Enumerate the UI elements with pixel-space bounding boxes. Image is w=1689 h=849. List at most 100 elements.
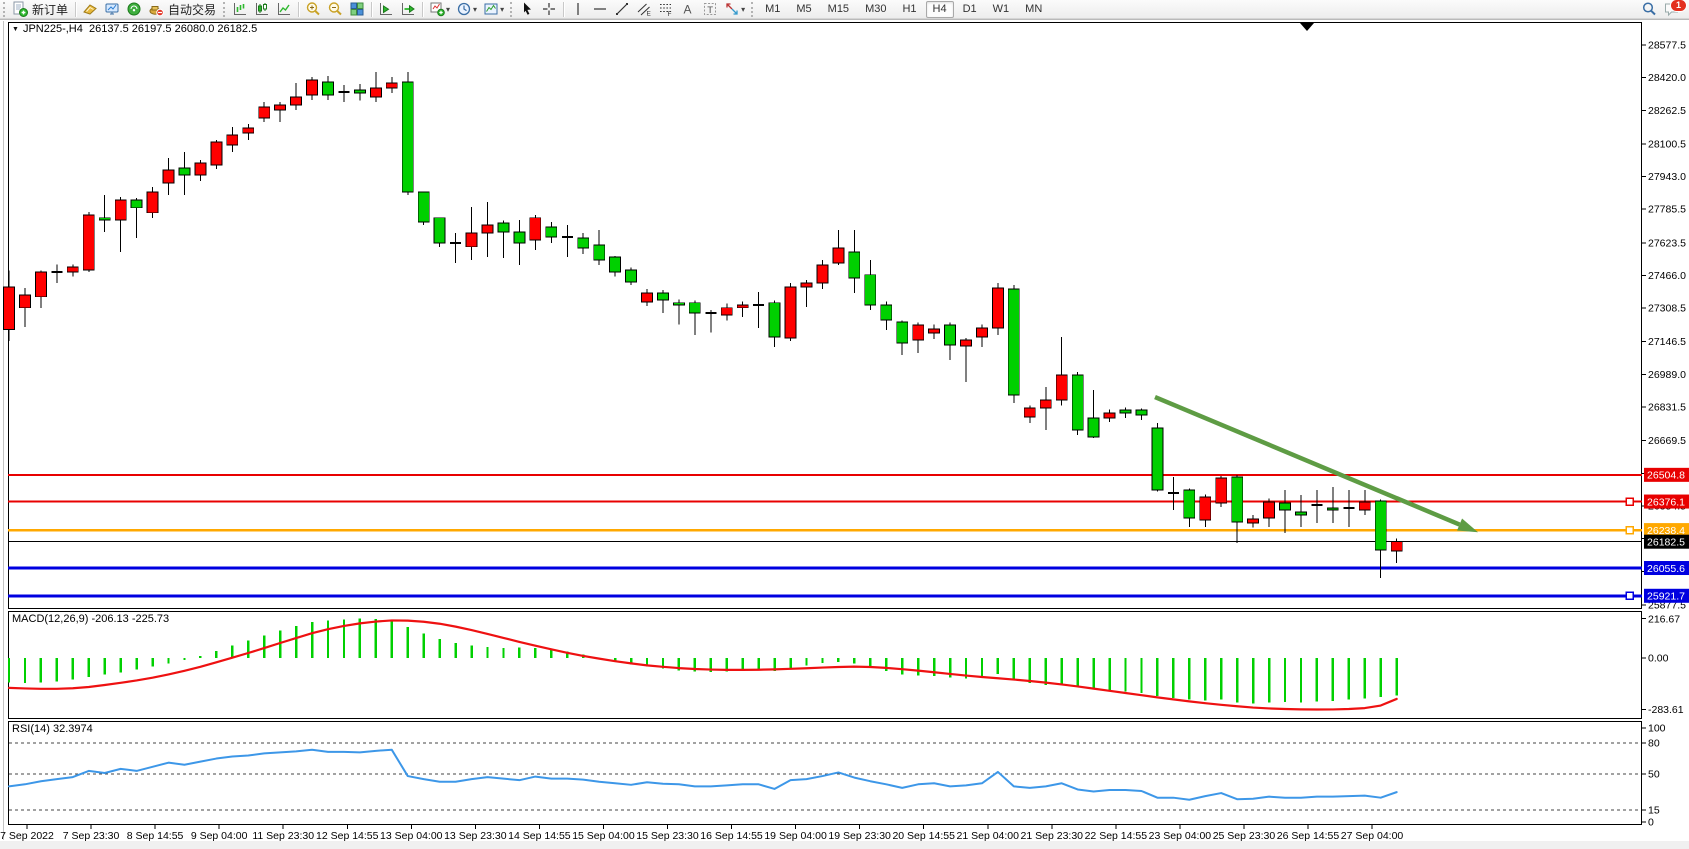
templates-button[interactable]: ▾ — [480, 1, 507, 18]
svg-text:7 Sep 2022: 7 Sep 2022 — [0, 830, 54, 842]
dropdown-caret-icon: ▾ — [500, 5, 504, 14]
label-tool-button[interactable]: T — [699, 1, 721, 18]
svg-text:E: E — [647, 11, 652, 18]
horizontal-line-icon — [592, 1, 608, 17]
svg-text:19 Sep 23:30: 19 Sep 23:30 — [828, 830, 891, 842]
chart-canvas[interactable]: 28577.528420.028262.528100.527943.027785… — [0, 0, 1689, 849]
svg-text:25 Sep 23:30: 25 Sep 23:30 — [1213, 830, 1276, 842]
auto-scroll-icon — [400, 1, 416, 17]
chart-shift-button[interactable] — [375, 1, 397, 18]
zoom-in-icon — [305, 1, 321, 17]
timeframe-h4-button[interactable]: H4 — [926, 1, 954, 18]
fibonacci-tool-button[interactable]: F — [655, 1, 677, 18]
arrows-tool-button[interactable]: ▾ — [721, 1, 748, 18]
svg-text:27 Sep 04:00: 27 Sep 04:00 — [1341, 830, 1404, 842]
rsi-indicator-label: RSI(14) 32.3974 — [12, 723, 93, 735]
svg-text:27308.5: 27308.5 — [1648, 303, 1686, 315]
market-watch-button[interactable] — [101, 1, 123, 18]
svg-text:27466.0: 27466.0 — [1648, 270, 1686, 282]
cursor-tool-button[interactable] — [516, 1, 538, 18]
fibonacci-icon: F — [658, 1, 674, 17]
timeframe-mn-button[interactable]: MN — [1018, 1, 1049, 18]
bar-chart-icon — [232, 1, 248, 17]
svg-text:16 Sep 14:55: 16 Sep 14:55 — [700, 830, 763, 842]
chart-dropdown-icon[interactable]: ▼ — [12, 26, 19, 33]
crosshair-icon — [541, 1, 557, 17]
trendline-tool-button[interactable] — [611, 1, 633, 18]
autotrading-label[interactable]: 自动交易 — [168, 1, 216, 18]
toolbar-separator — [422, 2, 423, 17]
svg-text:15: 15 — [1648, 805, 1660, 817]
toolbar-grip[interactable] — [223, 2, 225, 17]
toolbar-grip[interactable] — [3, 2, 5, 17]
svg-text:26989.0: 26989.0 — [1648, 369, 1686, 381]
dropdown-caret-icon: ▾ — [473, 5, 477, 14]
chart-shift-icon — [378, 1, 394, 17]
crosshair-tool-button[interactable] — [538, 1, 560, 18]
notifications-button[interactable]: 1 — [1660, 1, 1683, 18]
toolbar-grip[interactable] — [751, 2, 753, 17]
new-order-label[interactable]: 新订单 — [32, 1, 68, 18]
search-button[interactable] — [1638, 1, 1660, 18]
timeframe-d1-button[interactable]: D1 — [956, 1, 984, 18]
navigator-button[interactable] — [123, 1, 145, 18]
notification-badge: 1 — [1670, 0, 1687, 12]
text-tool-button[interactable]: A — [677, 1, 699, 18]
macd-indicator-label: MACD(12,26,9) -206.13 -225.73 — [12, 613, 169, 625]
new-order-button[interactable] — [9, 1, 31, 18]
timeframe-m15-button[interactable]: M15 — [821, 1, 856, 18]
toolbar-grip[interactable] — [510, 2, 512, 17]
main-toolbar: 新订单 自动交易 — [0, 0, 1689, 19]
svg-text:50: 50 — [1648, 769, 1660, 781]
auto-scroll-button[interactable] — [397, 1, 419, 18]
tile-windows-button[interactable] — [346, 1, 368, 18]
svg-text:28420.0: 28420.0 — [1648, 72, 1686, 84]
svg-text:28262.5: 28262.5 — [1648, 105, 1686, 117]
autotrading-button[interactable] — [145, 1, 167, 18]
timeframe-m30-button[interactable]: M30 — [858, 1, 893, 18]
svg-text:22 Sep 14:55: 22 Sep 14:55 — [1085, 830, 1148, 842]
timeframe-w1-button[interactable]: W1 — [986, 1, 1017, 18]
svg-text:27943.0: 27943.0 — [1648, 171, 1686, 183]
dropdown-caret-icon: ▾ — [741, 5, 745, 14]
new-chart-icon — [429, 1, 445, 17]
clock-icon — [456, 1, 472, 17]
horizontal-line-tool-button[interactable] — [589, 1, 611, 18]
channel-tool-button[interactable]: E — [633, 1, 655, 18]
svg-text:28577.5: 28577.5 — [1648, 39, 1686, 51]
vertical-line-tool-button[interactable] — [567, 1, 589, 18]
trendline-icon — [614, 1, 630, 17]
radar-orb-icon — [126, 1, 142, 17]
chart-style-button[interactable] — [79, 1, 101, 18]
cursor-arrow-icon — [519, 1, 535, 17]
svg-text:216.67: 216.67 — [1648, 614, 1680, 626]
timeframe-h1-button[interactable]: H1 — [895, 1, 923, 18]
svg-text:100: 100 — [1648, 723, 1666, 735]
new-chart-button[interactable]: ▾ — [426, 1, 453, 18]
arrow-objects-icon — [724, 1, 740, 17]
svg-text:11 Sep 23:30: 11 Sep 23:30 — [252, 830, 314, 842]
bar-chart-mode-button[interactable] — [229, 1, 251, 18]
svg-text:19 Sep 04:00: 19 Sep 04:00 — [764, 830, 827, 842]
profiles-button[interactable]: ▾ — [453, 1, 480, 18]
zoom-in-button[interactable] — [302, 1, 324, 18]
search-icon — [1641, 1, 1657, 17]
svg-text:T: T — [707, 5, 713, 16]
zoom-out-button[interactable] — [324, 1, 346, 18]
svg-text:21 Sep 04:00: 21 Sep 04:00 — [957, 830, 1020, 842]
text-label-icon: T — [702, 1, 718, 17]
timeframe-m1-button[interactable]: M1 — [758, 1, 787, 18]
candlestick-icon — [254, 1, 270, 17]
timeframe-group: M1M5M15M30H1H4D1W1MN — [757, 1, 1050, 18]
line-chart-mode-button[interactable] — [273, 1, 295, 18]
timeframe-m5-button[interactable]: M5 — [789, 1, 818, 18]
candlestick-mode-button[interactable] — [251, 1, 273, 18]
svg-text:21 Sep 23:30: 21 Sep 23:30 — [1021, 830, 1084, 842]
svg-text:26 Sep 14:55: 26 Sep 14:55 — [1277, 830, 1340, 842]
svg-text:15 Sep 23:30: 15 Sep 23:30 — [636, 830, 699, 842]
svg-text:26504.8: 26504.8 — [1647, 470, 1685, 482]
new-order-icon — [12, 1, 28, 17]
template-chart-icon — [483, 1, 499, 17]
line-chart-icon — [276, 1, 292, 17]
chart-title: ▼JPN225-,H4 26137.5 26197.5 26080.0 2618… — [12, 23, 257, 35]
